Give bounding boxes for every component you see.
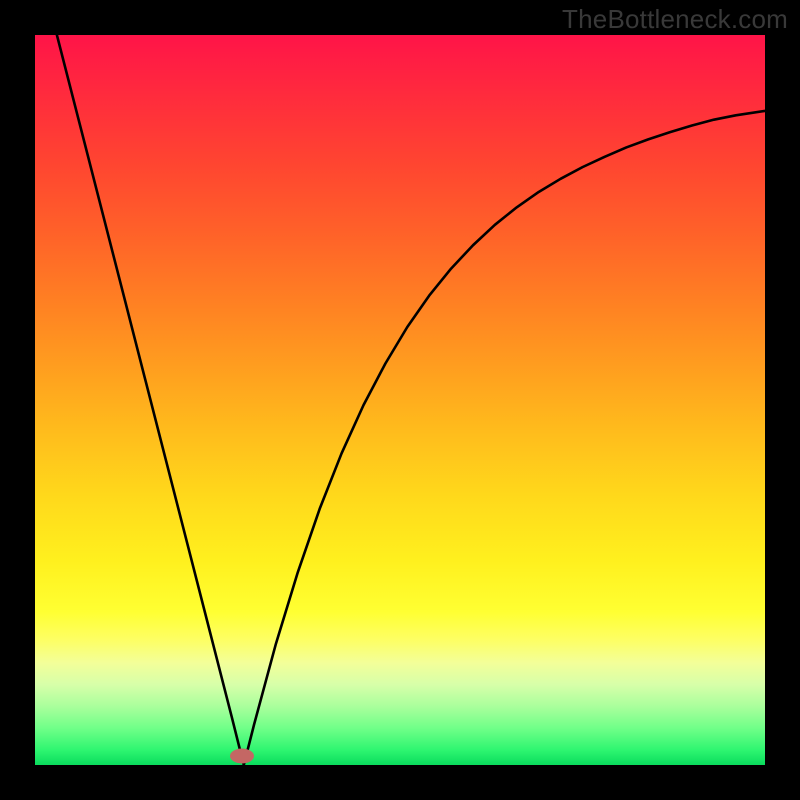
- optimum-marker: [230, 749, 254, 764]
- bottleneck-curve: [35, 35, 765, 765]
- curve-path: [57, 35, 765, 765]
- plot-area: [35, 35, 765, 765]
- watermark-text: TheBottleneck.com: [562, 4, 788, 35]
- chart-frame: TheBottleneck.com: [0, 0, 800, 800]
